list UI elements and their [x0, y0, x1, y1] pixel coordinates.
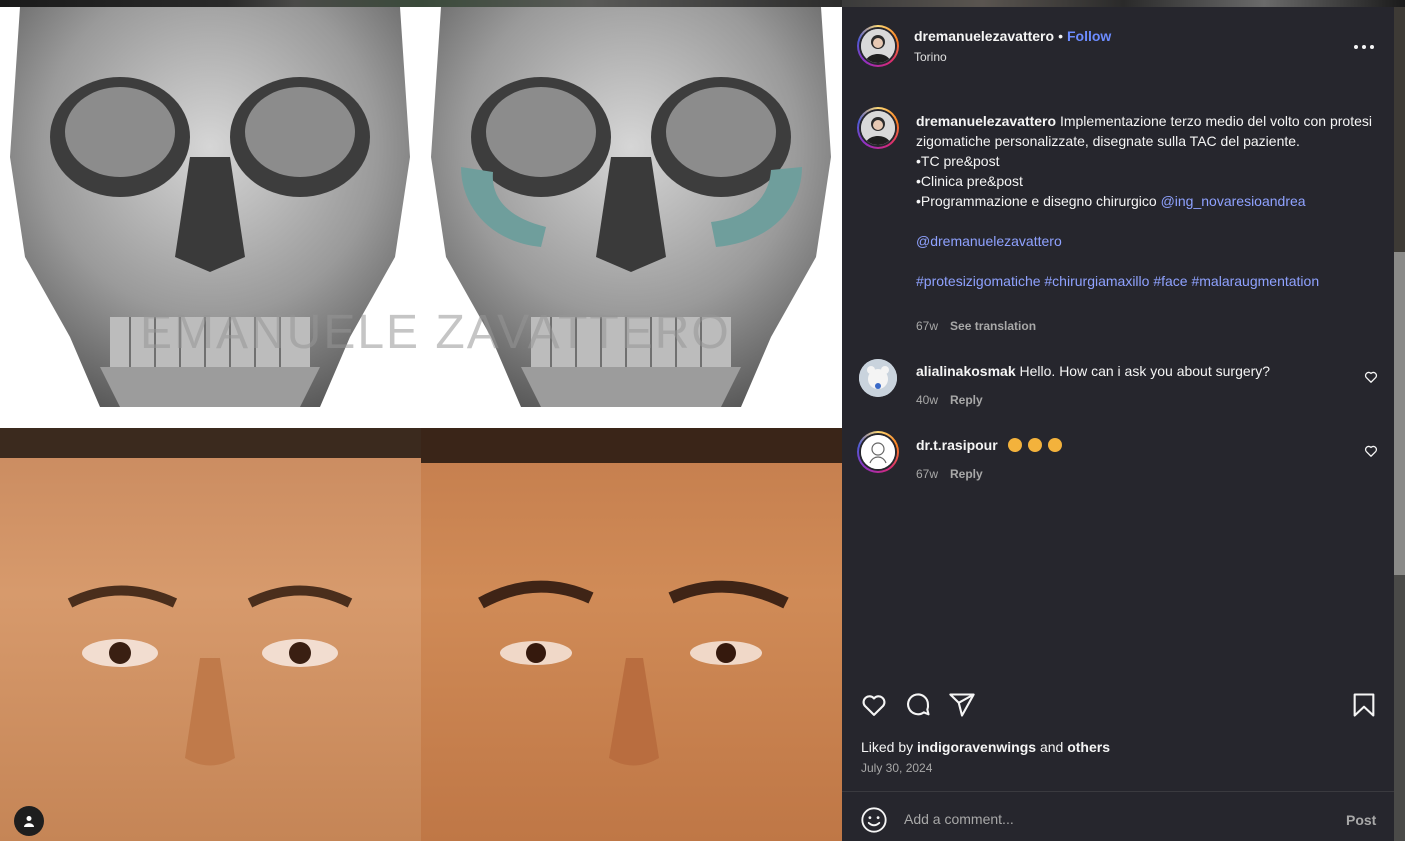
post-media[interactable]: EMANUELE ZAVATTERO [0, 7, 842, 841]
skull-scan-pre [0, 7, 421, 428]
comment-like-heart-icon[interactable] [1364, 370, 1380, 386]
post-date[interactable]: July 30, 2024 [861, 761, 932, 775]
post-actions [860, 691, 1376, 721]
author-avatar[interactable] [857, 25, 899, 67]
post-comment-button[interactable]: Post [1346, 812, 1376, 828]
background-grid-strip [1393, 252, 1405, 575]
post-location[interactable]: Torino [914, 50, 947, 64]
background-grid-strip [1393, 575, 1405, 841]
comment-item: alialinakosmak Hello. How can i ask you … [916, 361, 1356, 381]
background-grid-strip [0, 0, 842, 7]
media-watermark: EMANUELE ZAVATTERO [140, 306, 731, 359]
instagram-post-modal: EMANUELE ZAVATTERO dremanuelezavattero •… [0, 0, 1405, 841]
caption-meta: 67w See translation [916, 319, 1036, 333]
emoji-icon[interactable] [860, 806, 888, 834]
background-grid-strip [842, 0, 1405, 7]
comment-time[interactable]: 67w [916, 467, 938, 481]
comment-icon[interactable] [904, 691, 932, 719]
comment-username[interactable]: alialinakosmak [916, 363, 1016, 379]
comment-username[interactable]: dr.t.rasipour [916, 437, 998, 453]
comment-input[interactable] [904, 804, 1324, 834]
comment-time[interactable]: 40w [916, 393, 938, 407]
caption-bullet: •TC pre&post [916, 153, 1000, 169]
comment-text: Hello. How can i ask you about surgery? [1019, 363, 1271, 379]
comment-meta: 40w Reply [916, 393, 983, 407]
post-caption: dremanuelezavattero Implementazione terz… [916, 111, 1376, 291]
comment-item: dr.t.rasipour [916, 435, 1356, 455]
clapping-hands-emoji-icon [1047, 438, 1062, 452]
clapping-hands-emoji-icon [1007, 438, 1022, 452]
mention-link[interactable]: @ing_novaresioandrea [1161, 193, 1306, 209]
see-translation-button[interactable]: See translation [950, 319, 1036, 333]
user-tag-icon[interactable] [14, 806, 44, 836]
post-header: dremanuelezavattero • Follow [914, 28, 1111, 44]
likes-others-link[interactable]: others [1067, 739, 1110, 755]
patient-photo-pre [0, 428, 421, 841]
reply-button[interactable]: Reply [950, 467, 983, 481]
likes-and: and [1039, 739, 1064, 755]
background-grid-strip [1393, 7, 1405, 252]
commenter-avatar[interactable] [857, 431, 899, 473]
patient-photo-post [421, 428, 842, 841]
more-icon[interactable] [1352, 35, 1376, 59]
caption-author-avatar[interactable] [857, 107, 899, 149]
caption-bullet: •Programmazione e disegno chirurgico [916, 193, 1157, 209]
caption-time[interactable]: 67w [916, 319, 938, 333]
likes-user[interactable]: indigoravenwings [917, 739, 1036, 755]
bookmark-icon[interactable] [1350, 691, 1378, 719]
post-side-panel: dremanuelezavattero • Follow Torino dreman… [842, 7, 1394, 841]
follow-button[interactable]: Follow [1067, 28, 1111, 44]
mention-link[interactable]: @dremanuelezavattero [916, 233, 1062, 249]
likes-prefix: Liked by [861, 739, 914, 755]
likes-summary: Liked by indigoravenwings and others [861, 739, 1110, 755]
comment-like-heart-icon[interactable] [1364, 444, 1380, 460]
comment-meta: 67w Reply [916, 467, 983, 481]
separator-dot: • [1058, 28, 1063, 44]
reply-button[interactable]: Reply [950, 393, 983, 407]
commenter-avatar[interactable] [857, 357, 899, 399]
author-username[interactable]: dremanuelezavattero [914, 28, 1054, 44]
share-icon[interactable] [948, 691, 976, 719]
caption-bullet: •Clinica pre&post [916, 173, 1023, 189]
hashtags-links[interactable]: #protesizigomatiche #chirurgiamaxillo #f… [916, 273, 1319, 289]
comment-bar: Post [842, 792, 1394, 841]
clapping-hands-emoji-icon [1027, 438, 1042, 452]
caption-author-username[interactable]: dremanuelezavattero [916, 113, 1056, 129]
skull-scan-post [421, 7, 842, 428]
heart-icon[interactable] [860, 691, 888, 719]
